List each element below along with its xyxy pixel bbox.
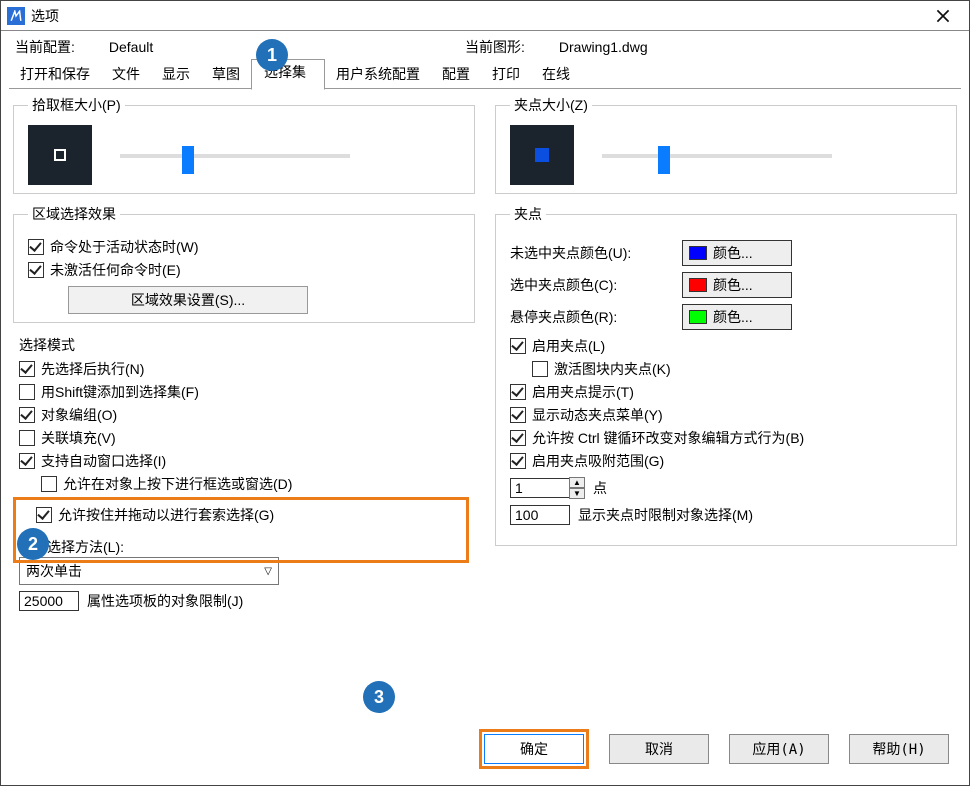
chk-grips-in-block[interactable] bbox=[532, 361, 548, 377]
lbl-lasso: 允许按住并拖动以进行套索选择(G) bbox=[58, 505, 274, 525]
chk-active-cmd[interactable] bbox=[28, 239, 44, 255]
grip-group: 夹点 未选中夹点颜色(U): 颜色... 选中夹点颜色(C): 颜色... bbox=[495, 204, 957, 546]
chevron-down-icon: ▽ bbox=[264, 566, 272, 577]
pickbox-title: 拾取框大小(P) bbox=[28, 95, 125, 115]
lbl-shift-add: 用Shift键添加到选择集(F) bbox=[41, 382, 199, 402]
swatch-hover bbox=[689, 310, 707, 324]
tab-open-save[interactable]: 打开和保存 bbox=[9, 59, 101, 89]
lbl-dyn-menu: 显示动态夹点菜单(Y) bbox=[532, 405, 663, 425]
lbl-color-hover: 悬停夹点颜色(R): bbox=[510, 307, 670, 327]
obj-limit-input[interactable] bbox=[19, 591, 79, 611]
color-btn-text-3: 颜色... bbox=[713, 307, 753, 327]
color-btn-text-1: 颜色... bbox=[713, 243, 753, 263]
chk-enable-grips[interactable] bbox=[510, 338, 526, 354]
chk-ctrl-cycle[interactable] bbox=[510, 430, 526, 446]
dialog-buttons: 确定 取消 应用(A) 帮助(H) bbox=[479, 729, 949, 769]
app-icon bbox=[7, 7, 25, 25]
grip-title: 夹点 bbox=[510, 204, 546, 224]
chk-grip-snap[interactable] bbox=[510, 453, 526, 469]
lbl-enable-grips: 启用夹点(L) bbox=[532, 336, 605, 356]
chk-no-cmd[interactable] bbox=[28, 262, 44, 278]
region-title: 区域选择效果 bbox=[28, 204, 120, 224]
lbl-grips-in-block: 激活图块内夹点(K) bbox=[554, 359, 671, 379]
selmode-title: 选择模式 bbox=[19, 335, 469, 355]
lbl-press-drag: 允许在对象上按下进行框选或窗选(D) bbox=[63, 474, 292, 494]
options-dialog: 1 2 3 选项 当前配置: Default 当前图形: Drawing1.dw… bbox=[0, 0, 970, 786]
config-value: Default bbox=[109, 39, 153, 55]
window-title: 选项 bbox=[31, 6, 59, 26]
titlebar: 选项 bbox=[1, 1, 969, 31]
gripsize-preview bbox=[510, 125, 574, 185]
tab-print[interactable]: 打印 bbox=[481, 59, 531, 89]
callout-3: 3 bbox=[363, 681, 395, 713]
spin-up[interactable]: ▲ bbox=[569, 477, 585, 488]
tab-file[interactable]: 文件 bbox=[101, 59, 151, 89]
tab-display[interactable]: 显示 bbox=[151, 59, 201, 89]
spin-down[interactable]: ▼ bbox=[569, 488, 585, 499]
pickbox-group: 拾取框大小(P) bbox=[13, 95, 475, 194]
tab-online[interactable]: 在线 bbox=[531, 59, 581, 89]
help-button[interactable]: 帮助(H) bbox=[849, 734, 949, 764]
chk-obj-group[interactable] bbox=[19, 407, 35, 423]
tab-profile[interactable]: 配置 bbox=[431, 59, 481, 89]
config-label: 当前配置: bbox=[15, 37, 105, 57]
gripsize-group: 夹点大小(Z) bbox=[495, 95, 957, 194]
chk-assoc-hatch[interactable] bbox=[19, 430, 35, 446]
callout-1: 1 bbox=[256, 39, 288, 71]
gripsize-slider[interactable] bbox=[602, 146, 832, 164]
win-method-value: 两次单击 bbox=[26, 561, 82, 581]
pickbox-slider[interactable] bbox=[120, 146, 350, 164]
grip-pt-label: 点 bbox=[593, 478, 607, 498]
ok-highlight: 确定 bbox=[479, 729, 589, 769]
close-button[interactable] bbox=[923, 2, 963, 30]
tab-user[interactable]: 用户系统配置 bbox=[325, 59, 431, 89]
apply-button[interactable]: 应用(A) bbox=[729, 734, 829, 764]
btn-color-selected[interactable]: 颜色... bbox=[682, 272, 792, 298]
lbl-noun-verb: 先选择后执行(N) bbox=[41, 359, 144, 379]
grip-limit-label: 显示夹点时限制对象选择(M) bbox=[578, 505, 753, 525]
pickbox-preview bbox=[28, 125, 92, 185]
chk-noun-verb[interactable] bbox=[19, 361, 35, 377]
cancel-button[interactable]: 取消 bbox=[609, 734, 709, 764]
lbl-imp-window: 支持自动窗口选择(I) bbox=[41, 451, 166, 471]
drawing-label: 当前图形: bbox=[465, 37, 555, 57]
chk-grip-tips[interactable] bbox=[510, 384, 526, 400]
chk-lasso[interactable] bbox=[36, 507, 52, 523]
grip-limit-input[interactable] bbox=[510, 505, 570, 525]
ok-button[interactable]: 确定 bbox=[484, 734, 584, 764]
gripsize-title: 夹点大小(Z) bbox=[510, 95, 592, 115]
chk-imp-window[interactable] bbox=[19, 453, 35, 469]
callout-2: 2 bbox=[17, 528, 49, 560]
chk-press-drag[interactable] bbox=[41, 476, 57, 492]
swatch-unselected bbox=[689, 246, 707, 260]
obj-limit-label: 属性选项板的对象限制(J) bbox=[87, 591, 243, 611]
btn-color-hover[interactable]: 颜色... bbox=[682, 304, 792, 330]
lbl-ctrl-cycle: 允许按 Ctrl 键循环改变对象编辑方式行为(B) bbox=[532, 428, 804, 448]
swatch-selected bbox=[689, 278, 707, 292]
lbl-assoc-hatch: 关联填充(V) bbox=[41, 428, 116, 448]
chk-shift-add[interactable] bbox=[19, 384, 35, 400]
btn-color-unselected[interactable]: 颜色... bbox=[682, 240, 792, 266]
lbl-grip-tips: 启用夹点提示(T) bbox=[532, 382, 634, 402]
region-group: 区域选择效果 命令处于活动状态时(W) 未激活任何命令时(E) 区域效果设置(S… bbox=[13, 204, 475, 323]
lbl-obj-group: 对象编组(O) bbox=[41, 405, 117, 425]
chk-dyn-menu[interactable] bbox=[510, 407, 526, 423]
lbl-grip-snap: 启用夹点吸附范围(G) bbox=[532, 451, 664, 471]
region-effect-button[interactable]: 区域效果设置(S)... bbox=[68, 286, 308, 314]
lbl-color-unselected: 未选中夹点颜色(U): bbox=[510, 243, 670, 263]
selmode-group: 选择模式 先选择后执行(N) 用Shift键添加到选择集(F) 对象编组(O) … bbox=[13, 333, 475, 617]
tab-draft[interactable]: 草图 bbox=[201, 59, 251, 89]
lbl-active-cmd: 命令处于活动状态时(W) bbox=[50, 237, 199, 257]
color-btn-text-2: 颜色... bbox=[713, 275, 753, 295]
lbl-no-cmd: 未激活任何命令时(E) bbox=[50, 260, 181, 280]
tab-bar: 打开和保存 文件 显示 草图 选择集 用户系统配置 配置 打印 在线 bbox=[9, 59, 961, 89]
drawing-value: Drawing1.dwg bbox=[559, 39, 648, 55]
lbl-color-selected: 选中夹点颜色(C): bbox=[510, 275, 670, 295]
grip-pt-input[interactable] bbox=[510, 478, 570, 498]
header-info: 当前配置: Default 当前图形: Drawing1.dwg bbox=[1, 31, 969, 59]
